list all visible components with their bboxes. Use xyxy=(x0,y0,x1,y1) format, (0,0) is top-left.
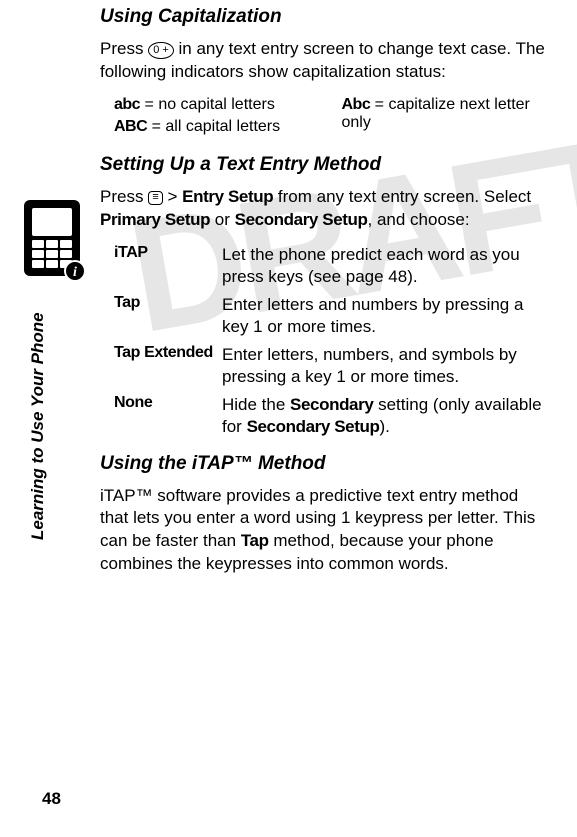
table-row: Tap Extended Enter letters, numbers, and… xyxy=(114,344,545,388)
cap-body: Press 0 + in any text entry screen to ch… xyxy=(100,38,545,84)
page-content: Using Capitalization Press 0 + in any te… xyxy=(0,0,577,576)
section-heading-itap: Using the iTAP™ Method xyxy=(100,453,545,475)
sidebar: i xyxy=(24,200,80,282)
cap-row-Abc: Abc = capitalize next letter only xyxy=(342,96,546,132)
table-row: None Hide the Secondary setting (only av… xyxy=(114,394,545,438)
info-badge-icon: i xyxy=(64,260,86,282)
menu-key-icon: ≡ xyxy=(148,191,163,205)
setup-body: Press ≡ > Entry Setup from any text entr… xyxy=(100,186,545,232)
table-row: Tap Enter letters and numbers by pressin… xyxy=(114,294,545,338)
section-heading-setup: Setting Up a Text Entry Method xyxy=(100,154,545,176)
zero-key-icon: 0 + xyxy=(148,42,174,59)
page-number: 48 xyxy=(42,789,61,809)
cap-row-ABC: ABC = all capital letters xyxy=(114,118,318,136)
cap-row-abc: abc = no capital letters xyxy=(114,96,318,114)
phone-icon: i xyxy=(24,200,80,276)
cap-indicator-table: abc = no capital letters ABC = all capit… xyxy=(114,96,545,140)
table-row: iTAP Let the phone predict each word as … xyxy=(114,244,545,288)
section-heading-capitalization: Using Capitalization xyxy=(100,6,545,28)
itap-body: iTAP™ software provides a predictive tex… xyxy=(100,485,545,577)
entry-methods-table: iTAP Let the phone predict each word as … xyxy=(114,244,545,439)
